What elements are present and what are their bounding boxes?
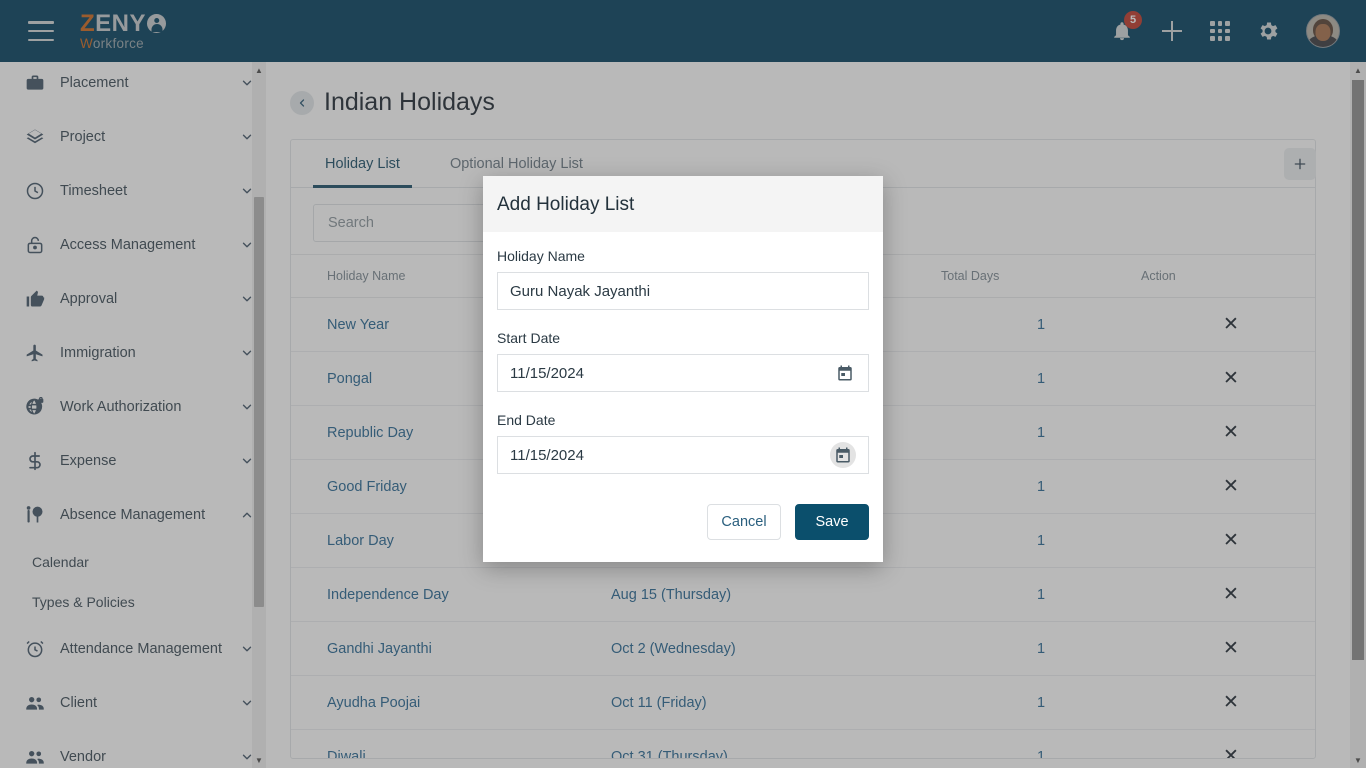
application-root: Z ENY Workforce 5 Placement Project Time… xyxy=(0,0,1366,768)
add-holiday-modal: Add Holiday List Holiday Name Guru Nayak… xyxy=(483,176,883,562)
calendar-icon xyxy=(836,447,850,463)
holiday-name-input[interactable]: Guru Nayak Jayanthi xyxy=(497,272,869,310)
start-date-input[interactable]: 11/15/2024 xyxy=(497,354,869,392)
end-date-field-group: End Date 11/15/2024 xyxy=(497,412,869,474)
end-date-input[interactable]: 11/15/2024 xyxy=(497,436,869,474)
save-button[interactable]: Save xyxy=(795,504,869,540)
modal-body: Holiday Name Guru Nayak Jayanthi Start D… xyxy=(483,232,883,474)
start-date-label: Start Date xyxy=(497,330,561,346)
start-date-field-group: Start Date 11/15/2024 xyxy=(497,330,869,392)
holiday-name-field-group: Holiday Name Guru Nayak Jayanthi xyxy=(497,248,869,310)
calendar-icon xyxy=(838,365,852,381)
holiday-name-label: Holiday Name xyxy=(497,248,585,264)
modal-title: Add Holiday List xyxy=(483,176,883,232)
cancel-button[interactable]: Cancel xyxy=(707,504,781,540)
end-date-value: 11/15/2024 xyxy=(510,446,584,464)
end-date-calendar-icon[interactable] xyxy=(830,442,856,468)
modal-footer: Cancel Save xyxy=(483,494,883,562)
start-date-value: 11/15/2024 xyxy=(510,364,584,382)
start-date-calendar-icon[interactable] xyxy=(834,362,856,384)
holiday-name-value: Guru Nayak Jayanthi xyxy=(510,282,651,300)
end-date-label: End Date xyxy=(497,412,556,428)
